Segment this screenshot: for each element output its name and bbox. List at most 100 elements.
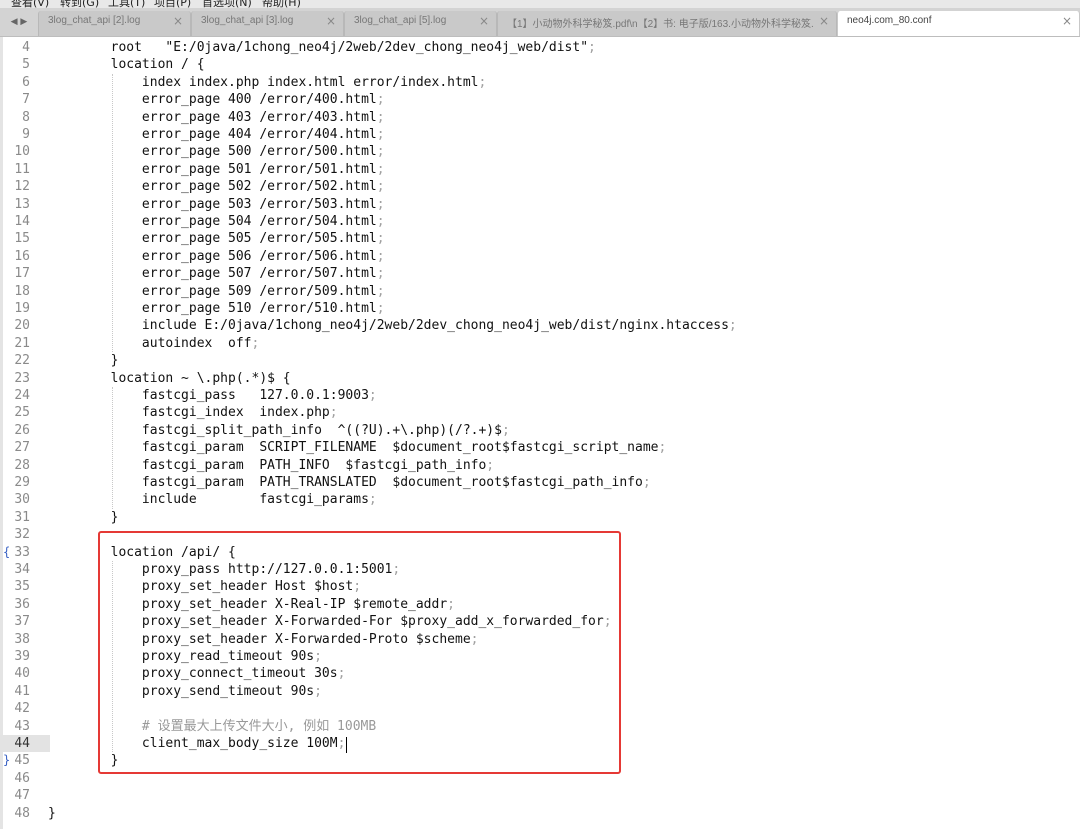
- tab-bar: ◀ ▶ 3log_chat_api [2].log × 3log_chat_api …: [0, 8, 1080, 37]
- tab-label: neo4j.com_80.conf: [847, 15, 932, 26]
- code-line[interactable]: fastcgi_param PATH_INFO $fastcgi_path_in…: [48, 457, 494, 474]
- line-number: 6: [22, 74, 30, 90]
- code-line[interactable]: error_page 507 /error/507.html;: [48, 265, 385, 282]
- code-line[interactable]: }: [48, 352, 119, 369]
- menu-item[interactable]: 查看(V): [11, 0, 49, 8]
- line-number: 11: [14, 161, 30, 177]
- line-number: 24: [14, 388, 30, 403]
- line-number: 38: [14, 631, 30, 647]
- line-number: 15: [14, 231, 30, 247]
- code-line[interactable]: include E:/0java/1chong_neo4j/2web/2dev_…: [48, 317, 737, 334]
- code-line[interactable]: include fastcgi_params;: [48, 491, 377, 508]
- line-number: 12: [14, 179, 30, 195]
- line-number: 29: [14, 475, 30, 490]
- menu-bar: 查看(V) 转到(G) 工具(T) 项目(P) 首选项(N) 帮助(H): [0, 0, 1080, 8]
- code-line[interactable]: index index.php index.html error/index.h…: [48, 74, 486, 91]
- line-number: 34: [14, 562, 30, 577]
- line-number: 21: [14, 335, 30, 351]
- line-number: 9: [22, 127, 30, 142]
- line-number: 42: [14, 701, 30, 717]
- code-line[interactable]: error_page 510 /error/510.html;: [48, 300, 385, 317]
- code-line[interactable]: error_page 503 /error/503.html;: [48, 196, 385, 213]
- code-line[interactable]: fastcgi_index index.php;: [48, 404, 338, 421]
- code-line[interactable]: fastcgi_param SCRIPT_FILENAME $document_…: [48, 439, 666, 456]
- highlight-box: [98, 531, 621, 774]
- line-number: 7: [22, 92, 30, 108]
- code-line[interactable]: }: [48, 509, 119, 526]
- line-number: 44: [14, 736, 30, 751]
- line-number: 26: [14, 422, 30, 438]
- code-line[interactable]: error_page 502 /error/502.html;: [48, 178, 385, 195]
- code-line[interactable]: error_page 501 /error/501.html;: [48, 161, 385, 178]
- code-line[interactable]: }: [48, 805, 56, 822]
- menu-item[interactable]: 首选项(N): [202, 0, 252, 8]
- line-number: 48: [14, 805, 30, 821]
- file-tab[interactable]: neo4j.com_80.conf ×: [837, 11, 1080, 36]
- fold-marker-icon[interactable]: {: [3, 544, 10, 561]
- line-number: 27: [14, 440, 30, 456]
- close-icon[interactable]: ×: [326, 14, 336, 28]
- line-number: 36: [14, 596, 30, 612]
- code-line[interactable]: fastcgi_pass 127.0.0.1:9003;: [48, 387, 377, 404]
- file-tab[interactable]: 【1】小动物外科学秘笈.pdf\n【2】书: 电子版/163.小动物外科学秘笈.…: [497, 11, 837, 36]
- menu-item[interactable]: 工具(T): [108, 0, 145, 8]
- code-line[interactable]: location / {: [48, 56, 205, 73]
- line-number: 4: [22, 40, 30, 55]
- line-number: 25: [14, 405, 30, 421]
- menu-item[interactable]: 转到(G): [60, 0, 99, 8]
- line-number: 16: [14, 248, 30, 264]
- code-line[interactable]: error_page 504 /error/504.html;: [48, 213, 385, 230]
- code-line[interactable]: error_page 506 /error/506.html;: [48, 248, 385, 265]
- line-number: 43: [14, 718, 30, 734]
- line-number: 8: [22, 109, 30, 125]
- line-number: 17: [14, 266, 30, 282]
- tab-label: 3log_chat_api [3].log: [201, 15, 294, 26]
- close-icon[interactable]: ×: [173, 14, 183, 28]
- code-line[interactable]: error_page 403 /error/403.html;: [48, 109, 385, 126]
- code-editor[interactable]: 4 root "E:/0java/1chong_neo4j/2web/2dev_…: [0, 37, 1080, 829]
- fold-marker-icon[interactable]: }: [3, 752, 10, 769]
- close-icon[interactable]: ×: [479, 14, 489, 28]
- line-number: 35: [14, 579, 30, 595]
- code-line[interactable]: fastcgi_split_path_info ^((?U).+\.php)(/…: [48, 422, 510, 439]
- code-line[interactable]: fastcgi_param PATH_TRANSLATED $document_…: [48, 474, 651, 491]
- line-number: 22: [14, 353, 30, 369]
- file-tab[interactable]: 3log_chat_api [3].log ×: [191, 11, 344, 36]
- code-line[interactable]: error_page 400 /error/400.html;: [48, 91, 385, 108]
- line-number: 18: [14, 283, 30, 299]
- code-line[interactable]: location ~ \.php(.*)$ {: [48, 370, 291, 387]
- line-number: 30: [14, 492, 30, 508]
- line-number: 47: [14, 788, 30, 804]
- code-line[interactable]: error_page 509 /error/509.html;: [48, 283, 385, 300]
- code-line[interactable]: root "E:/0java/1chong_neo4j/2web/2dev_ch…: [48, 39, 596, 56]
- file-tab[interactable]: 3log_chat_api [2].log ×: [38, 11, 191, 36]
- code-line[interactable]: error_page 505 /error/505.html;: [48, 230, 385, 247]
- tab-label: 3log_chat_api [5].log: [354, 15, 447, 26]
- line-number: 37: [14, 614, 30, 630]
- code-line[interactable]: autoindex off;: [48, 335, 259, 352]
- code-line[interactable]: error_page 500 /error/500.html;: [48, 143, 385, 160]
- close-icon[interactable]: ×: [819, 14, 829, 28]
- line-number: 46: [14, 770, 30, 786]
- line-number: 10: [14, 144, 30, 160]
- line-number: 41: [14, 683, 30, 699]
- text-cursor: [346, 737, 347, 753]
- line-number: 28: [14, 457, 30, 473]
- line-number: 14: [14, 214, 30, 229]
- line-number: 20: [14, 318, 30, 334]
- line-number: 13: [14, 196, 30, 212]
- line-number: 5: [22, 57, 30, 73]
- line-number: 19: [14, 301, 30, 316]
- menu-item[interactable]: 帮助(H): [262, 0, 301, 8]
- file-tab[interactable]: 3log_chat_api [5].log ×: [344, 11, 497, 36]
- code-line[interactable]: error_page 404 /error/404.html;: [48, 126, 385, 143]
- menu-item[interactable]: 项目(P): [154, 0, 191, 8]
- line-number: 31: [14, 509, 30, 525]
- line-number: 40: [14, 666, 30, 682]
- tab-scroll-arrows-icon[interactable]: ◀ ▶: [0, 8, 38, 36]
- tab-label: 3log_chat_api [2].log: [48, 15, 141, 26]
- tab-label: 【1】小动物外科学秘笈.pdf\n【2】书: 电子版/163.小动物外科学秘笈.…: [507, 19, 814, 30]
- line-number: 23: [14, 370, 30, 386]
- close-icon[interactable]: ×: [1062, 14, 1072, 28]
- line-number: 39: [14, 649, 30, 664]
